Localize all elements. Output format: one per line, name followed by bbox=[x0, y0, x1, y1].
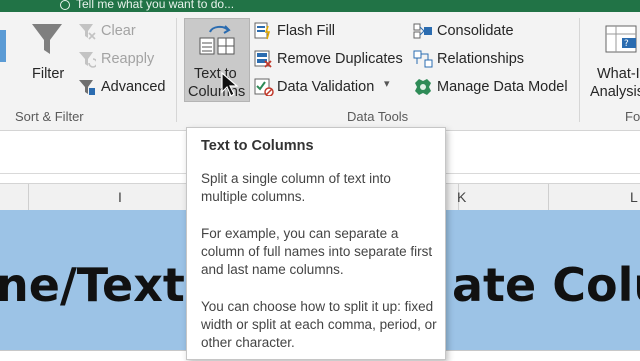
manage-data-model-button[interactable]: Manage Data Model bbox=[437, 79, 568, 95]
data-tools-group-label: Data Tools bbox=[347, 109, 409, 124]
filter-icon bbox=[32, 24, 62, 54]
tell-me-text: Tell me what you want to do... bbox=[76, 0, 235, 11]
relationships-icon bbox=[413, 50, 433, 68]
sort-filter-group-label: Sort & Filter bbox=[15, 109, 84, 124]
tell-me-search[interactable]: Tell me what you want to do... bbox=[60, 0, 234, 11]
svg-text:?: ? bbox=[624, 39, 629, 49]
data-ribbon: Filter Clear Reapply Advanced Sort & Fil… bbox=[0, 12, 640, 131]
consolidate-button[interactable]: Consolidate bbox=[437, 23, 514, 39]
cell-heading-right: ate Colu bbox=[452, 258, 640, 312]
flash-fill-button[interactable]: Flash Fill bbox=[277, 23, 335, 39]
text-to-columns-tooltip: Text to Columns Split a single column of… bbox=[186, 127, 446, 360]
manage-data-model-icon bbox=[415, 79, 431, 95]
sort-icon bbox=[0, 30, 6, 62]
group-divider bbox=[176, 18, 177, 122]
advanced-button[interactable]: Advanced bbox=[101, 79, 166, 95]
what-if-analysis-label-2[interactable]: Analysis bbox=[590, 84, 640, 100]
column-divider bbox=[28, 184, 29, 210]
column-header-i[interactable]: I bbox=[118, 189, 122, 205]
group-divider bbox=[579, 18, 580, 122]
tooltip-paragraph-3: You can choose how to split it up: fixed… bbox=[201, 299, 437, 350]
reapply-button[interactable]: Reapply bbox=[101, 51, 154, 67]
lightbulb-icon bbox=[60, 0, 70, 10]
data-validation-button[interactable]: Data Validation bbox=[277, 79, 374, 95]
what-if-analysis-icon: ? bbox=[605, 25, 637, 53]
filter-button[interactable]: Filter bbox=[32, 66, 64, 82]
forecast-group-label: Fo bbox=[625, 109, 640, 124]
clear-filter-icon bbox=[79, 24, 96, 40]
cell-heading-left: ne/Text bbox=[0, 258, 185, 312]
what-if-analysis-label-1[interactable]: What-If bbox=[597, 66, 640, 82]
tooltip-title: Text to Columns bbox=[201, 138, 314, 154]
remove-duplicates-icon bbox=[254, 50, 272, 68]
advanced-filter-icon bbox=[79, 80, 95, 95]
column-header-l[interactable]: L bbox=[630, 189, 638, 205]
column-divider bbox=[548, 184, 549, 210]
tooltip-paragraph-1: Split a single column of text into multi… bbox=[201, 171, 391, 204]
clear-button[interactable]: Clear bbox=[101, 23, 136, 39]
reapply-icon bbox=[79, 52, 96, 68]
mouse-cursor-icon bbox=[221, 72, 239, 97]
chevron-down-icon[interactable]: ▾ bbox=[384, 77, 390, 90]
text-to-columns-icon bbox=[199, 25, 235, 55]
flash-fill-icon bbox=[254, 22, 271, 40]
relationships-button[interactable]: Relationships bbox=[437, 51, 524, 67]
data-validation-icon bbox=[254, 78, 274, 96]
consolidate-icon bbox=[413, 23, 432, 39]
remove-duplicates-button[interactable]: Remove Duplicates bbox=[277, 51, 403, 67]
column-header-k[interactable]: K bbox=[457, 189, 466, 205]
tooltip-paragraph-2: For example, you can separate a column o… bbox=[201, 226, 433, 277]
